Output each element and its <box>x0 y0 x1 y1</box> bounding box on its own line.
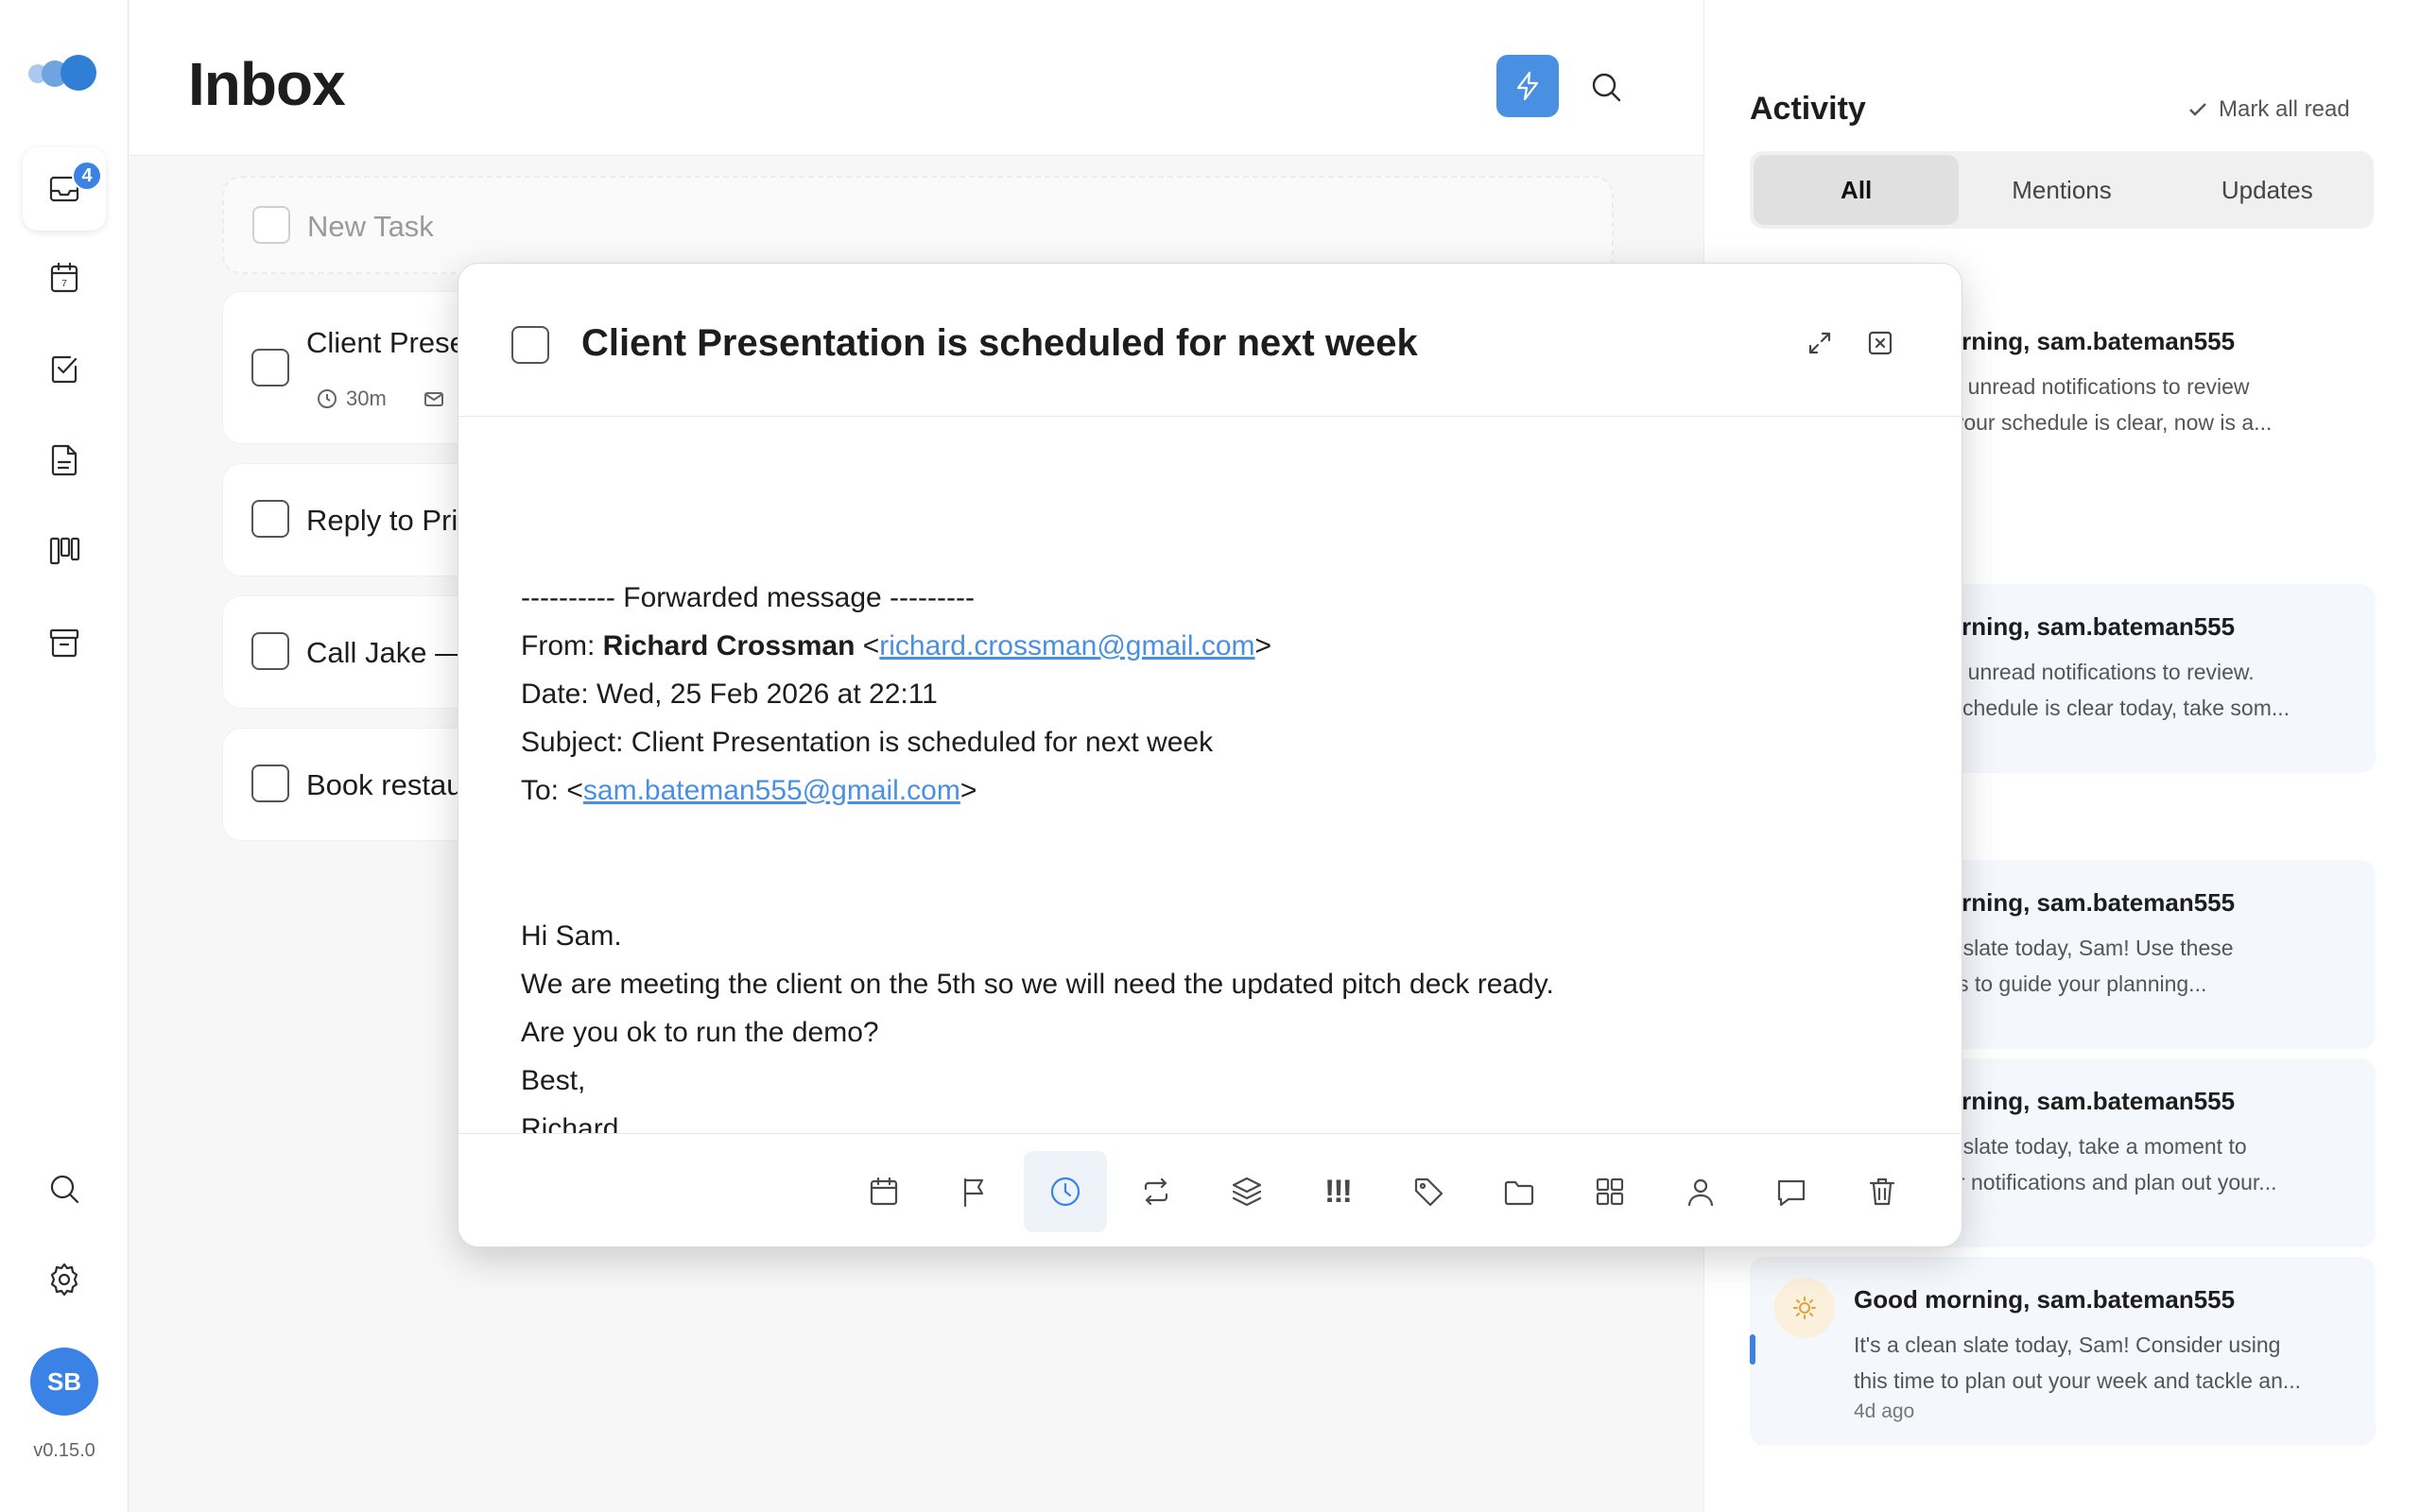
gear-icon <box>50 1263 78 1297</box>
sidebar-item-calendar[interactable]: 7 <box>23 236 106 319</box>
body-line: Richard <box>521 1113 619 1133</box>
subject-line: Subject: Client Presentation is schedule… <box>521 727 1214 758</box>
person-icon <box>1687 1178 1714 1207</box>
delete-button[interactable] <box>1841 1151 1924 1232</box>
task-duration: 30m <box>346 387 387 410</box>
search-icon <box>50 1175 79 1204</box>
checkbox-icon <box>51 355 78 384</box>
close-icon <box>1868 331 1893 355</box>
archive-icon <box>49 628 79 658</box>
sidebar: 4 7 SB v0.15.0 <box>0 0 129 1512</box>
tab-updates[interactable]: Updates <box>2165 155 2370 225</box>
activity-tabs: All Mentions Updates <box>1750 151 2374 229</box>
notification-time: 4d ago <box>1854 1400 1915 1422</box>
notification-item[interactable]: Good morning, sam.bateman555 It's a clea… <box>1750 1257 2376 1446</box>
search-button[interactable] <box>1580 60 1633 113</box>
notification-title: Good morning, sam.bateman555 <box>1854 1285 2236 1314</box>
repeat-icon <box>1144 1177 1168 1206</box>
search-icon <box>1592 73 1621 102</box>
priority-button[interactable]: !!! <box>1296 1151 1379 1232</box>
mark-all-read-label: Mark all read <box>2219 96 2350 122</box>
close-button[interactable] <box>1861 324 1899 362</box>
page-title: Inbox <box>188 50 346 118</box>
tag-icon <box>1414 1177 1443 1207</box>
repeat-button[interactable] <box>1115 1151 1198 1232</box>
task-checkbox[interactable] <box>251 765 289 802</box>
check-icon <box>2189 103 2206 116</box>
modal-task-checkbox[interactable] <box>511 326 549 364</box>
modal-header: Client Presentation is scheduled for nex… <box>458 264 1962 417</box>
sender-email-link[interactable]: richard.crossman@gmail.com <box>879 630 1254 662</box>
inbox-count-badge: 4 <box>72 161 102 191</box>
sender-name: Richard Crossman <box>602 630 856 662</box>
snooze-button[interactable] <box>1024 1151 1107 1232</box>
unread-indicator <box>1750 1334 1755 1365</box>
sidebar-item-search[interactable] <box>23 1147 106 1230</box>
from-line: From: Richard Crossman <richard.crossman… <box>521 630 1272 662</box>
app-logo <box>26 53 102 91</box>
folder-icon <box>1504 1180 1534 1206</box>
flag-button[interactable] <box>933 1151 1016 1232</box>
mark-all-read-button[interactable]: Mark all read <box>2187 96 2350 123</box>
new-task-input[interactable]: New Task <box>307 210 434 244</box>
quick-action-button[interactable] <box>1496 55 1559 117</box>
trash-icon <box>1869 1177 1895 1206</box>
tab-all[interactable]: All <box>1754 155 1960 225</box>
sidebar-item-settings[interactable] <box>23 1238 106 1321</box>
sidebar-item-tasks[interactable] <box>23 327 106 410</box>
to-line: To: <sam.bateman555@gmail.com> <box>521 775 977 806</box>
calendar-icon <box>870 1177 898 1206</box>
assign-button[interactable] <box>1659 1151 1742 1232</box>
mail-icon <box>424 392 443 406</box>
sidebar-item-notes[interactable] <box>23 418 106 501</box>
tag-button[interactable] <box>1387 1151 1470 1232</box>
kanban-icon <box>49 537 80 565</box>
task-meta: 30m <box>316 387 445 411</box>
forward-header: ---------- Forwarded message --------- <box>521 582 975 613</box>
clock-icon <box>318 389 337 408</box>
sidebar-item-archive[interactable] <box>23 601 106 684</box>
layers-button[interactable] <box>1205 1151 1288 1232</box>
document-icon <box>51 444 78 476</box>
body-line: Are you ok to run the demo? <box>521 1017 879 1048</box>
layers-icon <box>1232 1177 1262 1207</box>
recipient-email-link[interactable]: sam.bateman555@gmail.com <box>583 775 960 806</box>
modal-title: Client Presentation is scheduled for nex… <box>581 322 1418 364</box>
schedule-button[interactable] <box>842 1151 925 1232</box>
task-checkbox[interactable] <box>251 349 289 387</box>
avatar[interactable]: SB <box>30 1348 98 1416</box>
calendar-icon: 7 <box>50 262 78 293</box>
comment-icon <box>1777 1179 1806 1207</box>
expand-button[interactable] <box>1801 324 1839 362</box>
svg-text:7: 7 <box>61 279 67 289</box>
task-detail-modal: Client Presentation is scheduled for nex… <box>458 263 1962 1247</box>
modal-toolbar: !!! <box>458 1133 1962 1246</box>
priority-icon: !!! <box>1324 1173 1353 1210</box>
tab-mentions[interactable]: Mentions <box>1959 155 2164 225</box>
app-root: 4 7 SB v0.15.0 Inbox New Task Client 30m… <box>0 0 2420 1512</box>
date-line: Date: Wed, 25 Feb 2026 at 22:11 <box>521 679 938 710</box>
apps-button[interactable] <box>1568 1151 1651 1232</box>
comment-button[interactable] <box>1750 1151 1833 1232</box>
body-line: Best, <box>521 1065 586 1096</box>
expand-icon <box>1808 332 1831 354</box>
lightning-icon <box>1516 71 1539 101</box>
new-task-checkbox <box>252 206 290 244</box>
task-checkbox[interactable] <box>251 632 289 670</box>
notification-body: It's a clean slate today, Sam! Consider … <box>1854 1332 2302 1393</box>
inbox-header: Inbox <box>130 0 1703 156</box>
grid-icon <box>1596 1177 1624 1206</box>
body-line: We are meeting the client on the 5th so … <box>521 969 1554 1000</box>
folder-button[interactable] <box>1478 1151 1561 1232</box>
body-line: Hi Sam. <box>521 920 622 952</box>
email-body: ---------- Forwarded message --------- F… <box>521 574 1901 1133</box>
task-checkbox[interactable] <box>251 500 289 538</box>
app-version: v0.15.0 <box>33 1440 95 1461</box>
sun-icon <box>1774 1278 1835 1338</box>
sidebar-item-boards[interactable] <box>23 508 106 592</box>
activity-title: Activity <box>1750 91 1866 127</box>
flag-icon <box>963 1177 984 1208</box>
clock-icon <box>1050 1177 1080 1207</box>
new-task-row[interactable]: New Task <box>222 176 1614 274</box>
